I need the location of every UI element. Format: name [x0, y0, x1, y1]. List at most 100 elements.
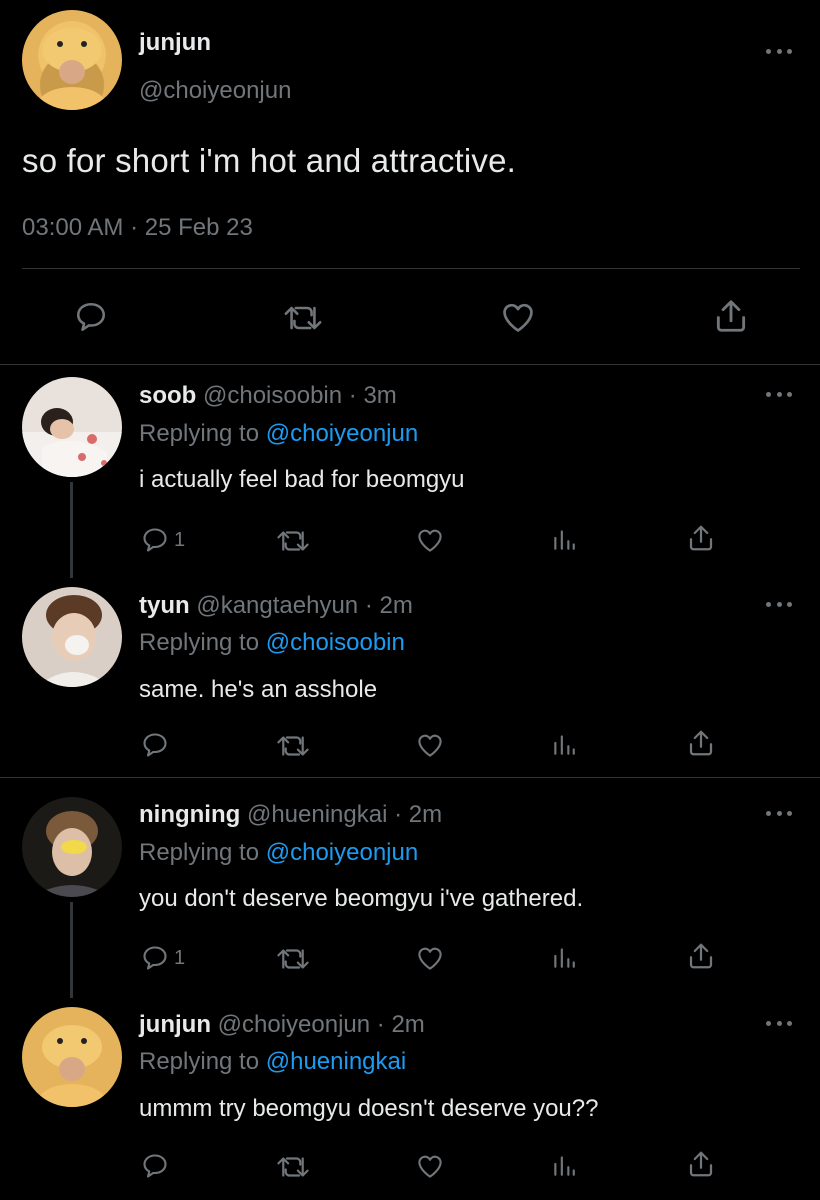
avatar[interactable] — [22, 587, 122, 687]
like-button[interactable] — [414, 525, 446, 555]
user-handle[interactable]: @choiyeonjun — [218, 1011, 370, 1038]
reply-text: you don't deserve beomgyu i've gathered. — [139, 885, 584, 912]
share-button[interactable] — [686, 1149, 716, 1179]
display-name[interactable]: tyun — [139, 592, 190, 619]
mention-link[interactable]: @choiyeonjun — [266, 839, 418, 866]
reply-icon — [143, 1154, 167, 1178]
reply-header: tyun @kangtaehyun · 2m — [139, 592, 413, 620]
display-name[interactable]: junjun — [139, 1011, 211, 1038]
analytics-button[interactable] — [551, 1152, 577, 1178]
divider — [0, 364, 820, 365]
retweet-icon — [277, 1157, 309, 1177]
reply-icon — [143, 946, 167, 970]
replying-to-label: Replying to — [139, 420, 260, 447]
user-handle[interactable]: @choisoobin — [203, 382, 342, 409]
retweet-icon — [284, 306, 322, 330]
reply-text: i actually feel bad for beomgyu — [139, 466, 465, 493]
analytics-icon — [554, 1156, 575, 1176]
replying-to: Replying to @choisoobin — [139, 629, 405, 657]
mention-link[interactable]: @choiyeonjun — [266, 420, 418, 447]
analytics-button[interactable] — [551, 944, 577, 970]
reply-count: 1 — [174, 946, 186, 969]
retweet-icon — [277, 949, 309, 969]
replying-to-label: Replying to — [139, 1048, 260, 1075]
mention-link[interactable]: @hueningkai — [266, 1048, 406, 1075]
heart-icon — [418, 947, 442, 970]
display-name[interactable]: soob — [139, 382, 196, 409]
share-icon — [689, 525, 713, 551]
replying-to: Replying to @choiyeonjun — [139, 420, 418, 448]
share-button[interactable] — [686, 728, 716, 758]
more-options-icon[interactable] — [766, 808, 792, 818]
share-icon — [716, 300, 746, 332]
share-button[interactable] — [712, 297, 750, 335]
heart-icon — [418, 529, 442, 552]
analytics-icon — [554, 735, 575, 755]
like-button[interactable] — [414, 1151, 446, 1181]
avatar[interactable] — [22, 797, 122, 897]
share-button[interactable] — [686, 941, 716, 971]
share-icon — [689, 730, 713, 756]
reply-time: · 3m — [348, 382, 397, 409]
share-button[interactable] — [686, 523, 716, 553]
analytics-button[interactable] — [551, 526, 577, 552]
avatar[interactable] — [22, 10, 122, 110]
thread-line — [70, 482, 73, 578]
more-options-icon[interactable] — [766, 389, 792, 399]
display-name[interactable]: ningning — [139, 801, 240, 828]
reply-time: · 2m — [394, 801, 443, 828]
reply-header: ningning @hueningkai · 2m — [139, 801, 442, 829]
divider — [22, 268, 800, 269]
heart-icon — [503, 303, 533, 332]
heart-icon — [418, 1155, 442, 1178]
retweet-button[interactable] — [283, 303, 323, 333]
tweet-text: so for short i'm hot and attractive. — [22, 142, 517, 179]
replying-to-label: Replying to — [139, 629, 260, 656]
analytics-button[interactable] — [551, 731, 577, 757]
divider — [0, 777, 820, 778]
avatar[interactable] — [22, 377, 122, 477]
retweet-button[interactable] — [276, 1154, 310, 1180]
retweet-icon — [277, 736, 309, 756]
display-name[interactable]: junjun — [139, 29, 211, 57]
more-options-icon[interactable] — [766, 599, 792, 609]
reply-icon — [143, 733, 167, 757]
like-button[interactable] — [414, 730, 446, 760]
retweet-button[interactable] — [276, 733, 310, 759]
analytics-icon — [554, 530, 575, 550]
replying-to: Replying to @choiyeonjun — [139, 839, 418, 867]
retweet-button[interactable] — [276, 946, 310, 972]
user-handle[interactable]: @kangtaehyun — [196, 592, 358, 619]
analytics-icon — [554, 948, 575, 968]
replying-to-label: Replying to — [139, 839, 260, 866]
reply-header: junjun @choiyeonjun · 2m — [139, 1011, 425, 1039]
more-options-icon[interactable] — [766, 1018, 792, 1028]
reply-time: · 2m — [376, 1011, 425, 1038]
user-handle[interactable]: @choiyeonjun — [139, 77, 291, 105]
share-icon — [689, 1151, 713, 1177]
avatar[interactable] — [22, 1007, 122, 1107]
replying-to: Replying to @hueningkai — [139, 1048, 406, 1076]
more-options-icon[interactable] — [766, 46, 792, 56]
thread-line — [70, 902, 73, 998]
reply-button[interactable] — [73, 300, 109, 334]
tweet-timestamp[interactable]: 03:00 AM · 25 Feb 23 — [22, 214, 253, 242]
retweet-button[interactable] — [276, 528, 310, 554]
heart-icon — [418, 734, 442, 757]
mention-link[interactable]: @choisoobin — [266, 629, 405, 656]
like-button[interactable] — [414, 943, 446, 973]
like-button[interactable] — [498, 298, 538, 336]
reply-text: ummm try beomgyu doesn't deserve you?? — [139, 1095, 599, 1122]
reply-button[interactable]: 1 — [140, 526, 185, 554]
reply-button[interactable] — [140, 1152, 174, 1180]
reply-icon — [143, 528, 167, 552]
reply-header: soob @choisoobin · 3m — [139, 382, 397, 410]
reply-button[interactable]: 1 — [140, 944, 185, 972]
retweet-icon — [277, 531, 309, 551]
reply-time: · 2m — [364, 592, 413, 619]
reply-text: same. he's an asshole — [139, 676, 378, 703]
reply-count: 1 — [174, 528, 186, 551]
reply-button[interactable] — [140, 731, 174, 759]
reply-icon — [76, 302, 106, 332]
user-handle[interactable]: @hueningkai — [247, 801, 387, 828]
